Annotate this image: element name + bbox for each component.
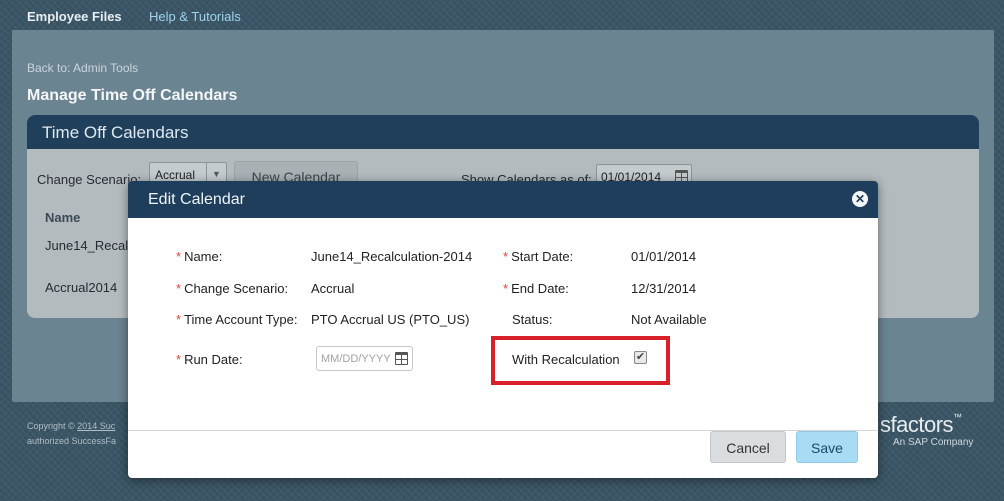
change-scenario-label: Change Scenario: — [37, 172, 142, 187]
required-marker: * — [503, 249, 509, 264]
end-date-label: * End Date: — [503, 281, 569, 296]
copyright-text: Copyright © — [27, 421, 75, 431]
footer-copyright: Copyright © 2014 Suc authorized SuccessF… — [27, 419, 116, 449]
back-to-admin-tools-link[interactable]: Back to: Admin Tools — [27, 61, 138, 75]
name-column-header: Name — [45, 210, 81, 225]
time-account-type-label: * Time Account Type: — [176, 312, 298, 327]
required-marker: * — [176, 249, 182, 264]
change-scenario-label: * Change Scenario: — [176, 281, 289, 296]
required-marker: * — [503, 281, 509, 296]
required-marker: * — [176, 312, 182, 327]
panel-title: Time Off Calendars — [27, 115, 979, 149]
run-date-input[interactable]: MM/DD/YYYY — [316, 346, 413, 371]
name-value: June14_Recalculation-2014 — [311, 249, 473, 264]
with-recalculation-label: With Recalculation — [512, 352, 620, 367]
calendar-icon[interactable] — [395, 352, 408, 365]
top-bar: Employee Files Help & Tutorials — [0, 0, 1004, 32]
employee-files-menu[interactable]: Employee Files — [27, 9, 122, 24]
run-date-label: * Run Date: — [176, 352, 243, 367]
dialog-title: Edit Calendar — [148, 191, 245, 208]
with-recalculation-checkbox[interactable]: ✔ — [634, 351, 647, 364]
change-scenario-value: Accrual — [311, 281, 355, 296]
logo-tagline: An SAP Company — [893, 437, 974, 448]
calendar-row-name[interactable]: Accrual2014 — [45, 280, 117, 295]
required-marker: * — [176, 352, 182, 367]
help-tutorials-link[interactable]: Help & Tutorials — [149, 9, 241, 24]
edit-calendar-dialog: Edit Calendar ✕ * Name: June14_Recalculat… — [128, 181, 878, 478]
required-marker: * — [176, 281, 182, 296]
page-title: Manage Time Off Calendars — [27, 87, 238, 104]
name-label: * Name: — [176, 249, 223, 264]
calendar-row-name[interactable]: June14_Recalc — [45, 238, 135, 253]
end-date-value: 12/31/2014 — [631, 281, 697, 296]
successfactors-logo: sfactors™ An SAP Company — [880, 412, 974, 448]
run-date-placeholder: MM/DD/YYYY — [321, 353, 391, 365]
start-date-value: 01/01/2014 — [631, 249, 697, 264]
start-date-label: * Start Date: — [503, 249, 574, 264]
dialog-header: Edit Calendar ✕ — [128, 181, 878, 218]
save-button[interactable]: Save — [796, 431, 858, 463]
logo-wordmark: sfactors — [880, 412, 954, 437]
copyright-link[interactable]: 2014 Suc — [77, 421, 115, 431]
time-account-type-value: PTO Accrual US (PTO_US) — [311, 312, 470, 327]
cancel-button[interactable]: Cancel — [710, 431, 786, 463]
close-icon[interactable]: ✕ — [852, 191, 868, 207]
status-label: Status: — [512, 312, 553, 327]
change-scenario-value: Accrual — [155, 168, 196, 182]
copyright-line-2: authorized SuccessFa — [27, 436, 117, 446]
status-value: Not Available — [631, 312, 707, 327]
